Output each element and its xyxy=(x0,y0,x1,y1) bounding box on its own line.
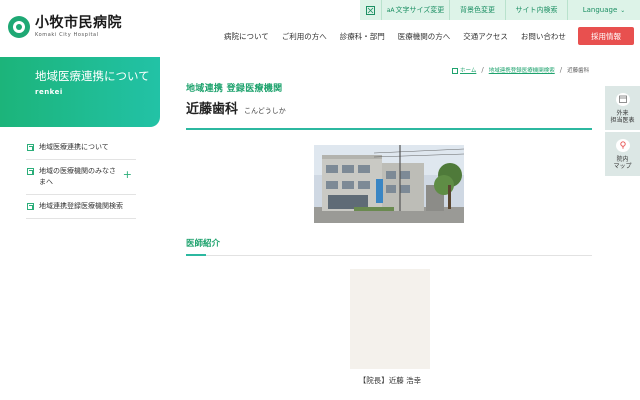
text-size-icon: aA xyxy=(386,6,395,14)
page: aA 文字サイズ変更 背景色変更 サイト内検索 Language ⌄ 小牧市民病… xyxy=(0,0,640,400)
logo-subtitle: Komaki City Hospital xyxy=(35,32,99,38)
nav-item-visitors[interactable]: ご利用の方へ xyxy=(282,31,327,42)
logo-title: 小牧市民病院 xyxy=(35,15,122,31)
sidebar-hero-title: 地域医療連携について xyxy=(35,69,150,83)
sidebar-item-institution-search[interactable]: 地域連携登録医療機関検索 xyxy=(26,195,136,219)
site-search-label: サイト内検索 xyxy=(515,6,558,14)
sidebar-hero: 地域医療連携について renkei xyxy=(0,57,160,127)
link-square-icon xyxy=(27,168,34,175)
sidebar-item-for-institutions[interactable]: 地域の医療機関のみなさまへ + xyxy=(26,160,136,195)
language-button[interactable]: Language ⌄ xyxy=(568,0,640,20)
utility-menu-icon[interactable] xyxy=(360,0,382,20)
utility-bar: aA 文字サイズ変更 背景色変更 サイト内検索 Language ⌄ xyxy=(360,0,640,20)
doctor-photo xyxy=(350,269,430,369)
calendar-icon xyxy=(615,92,630,106)
global-nav: 病院について ご利用の方へ 診療科・部門 医療機関の方へ 交通アクセス お問い合… xyxy=(224,31,579,42)
section-divider xyxy=(186,255,592,256)
sidebar-item-label: 地域医療連携について xyxy=(39,143,109,151)
text-size-label: 文字サイズ変更 xyxy=(395,6,445,14)
home-icon xyxy=(452,68,458,74)
sidebar-item-regional-cooperation[interactable]: 地域医療連携について xyxy=(26,136,136,160)
link-square-icon xyxy=(27,144,34,151)
link-square-icon xyxy=(27,203,34,210)
doctor-caption: 【院長】近藤 浩幸 xyxy=(358,376,422,385)
site-search-button[interactable]: サイト内検索 xyxy=(506,0,568,20)
logo-mark-icon xyxy=(8,16,30,38)
breadcrumb-separator: / xyxy=(481,66,484,74)
breadcrumb-current: 近藤歯科 xyxy=(567,68,590,74)
category-label: 地域連携 登録医療機関 xyxy=(186,84,283,94)
text-size-button[interactable]: aA 文字サイズ変更 xyxy=(382,0,450,20)
nav-item-departments[interactable]: 診療科・部門 xyxy=(340,31,385,42)
breadcrumb-home[interactable]: ホーム xyxy=(460,66,476,74)
breadcrumb-institution-search[interactable]: 地域連携登録医療機関検索 xyxy=(489,66,555,74)
sidebar-menu: 地域医療連携について 地域の医療機関のみなさまへ + 地域連携登録医療機関検索 xyxy=(26,136,136,219)
expand-plus-icon[interactable]: + xyxy=(123,169,132,180)
language-label: Language xyxy=(582,6,618,14)
title-divider xyxy=(186,128,592,130)
breadcrumb: ホーム / 地域連携登録医療機関検索 / 近藤歯科 xyxy=(452,66,589,74)
section-title-doctors: 医師紹介 xyxy=(186,239,221,249)
nav-item-medical-institutions[interactable]: 医療機関の方へ xyxy=(398,31,451,42)
section-divider-accent xyxy=(186,254,206,256)
sidebar-item-label: 地域の医療機関のみなさまへ xyxy=(39,167,116,186)
outpatient-schedule-label: 外来 担当医表 xyxy=(610,109,635,124)
chevron-down-icon: ⌄ xyxy=(620,6,626,14)
clinic-building-photo xyxy=(314,145,464,223)
bg-color-button[interactable]: 背景色変更 xyxy=(450,0,506,20)
outpatient-schedule-tab[interactable]: 外来 担当医表 xyxy=(605,86,640,130)
nav-item-about[interactable]: 病院について xyxy=(224,31,269,42)
hospital-logo[interactable]: 小牧市民病院 Komaki City Hospital xyxy=(8,16,122,38)
nav-item-access[interactable]: 交通アクセス xyxy=(463,31,508,42)
hospital-map-label: 院内 マップ xyxy=(613,155,632,170)
breadcrumb-separator: / xyxy=(559,66,563,74)
map-pin-icon xyxy=(615,138,630,152)
hospital-map-tab[interactable]: 院内 マップ xyxy=(605,132,640,176)
sidebar-item-label: 地域連携登録医療機関検索 xyxy=(39,202,123,210)
recruit-button[interactable]: 採用情報 xyxy=(578,27,634,45)
sidebar-hero-subtitle: renkei xyxy=(35,88,63,96)
bg-color-label: 背景色変更 xyxy=(460,6,495,14)
nav-item-contact[interactable]: お問い合わせ xyxy=(521,31,566,42)
page-title: 近藤歯科 こんどうしか xyxy=(186,98,286,117)
page-title-kana: こんどうしか xyxy=(244,107,286,115)
page-title-text: 近藤歯科 xyxy=(186,102,239,117)
